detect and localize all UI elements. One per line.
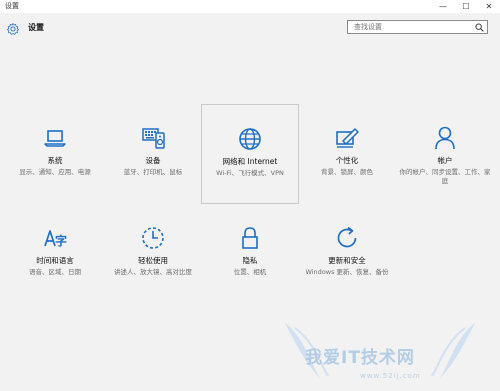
tile-time-language-label: 时间和语言 — [36, 256, 74, 265]
tile-system-label: 系统 — [47, 156, 63, 165]
tile-update-security[interactable]: 更新和安全 Windows 更新、恢复、备份 — [298, 224, 396, 277]
tile-network[interactable]: 网络和 Internet Wi-Fi、飞行模式、VPN — [201, 104, 299, 204]
tile-update-security-label: 更新和安全 — [328, 256, 366, 265]
tile-privacy-desc: 位置、相机 — [233, 268, 267, 276]
tile-network-desc: Wi-Fi、飞行模式、VPN — [216, 169, 284, 177]
tile-personalization-label: 个性化 — [335, 156, 359, 165]
tile-personalization[interactable]: 个性化 背景、锁屏、颜色 — [298, 124, 396, 177]
tile-ease-of-access[interactable]: 轻松使用 讲述人、放大镜、高对比度 — [104, 224, 202, 277]
lock-icon — [242, 227, 258, 249]
tile-system-desc: 显示、通知、应用、电源 — [19, 168, 91, 176]
time-language-icon: 字 — [44, 230, 67, 248]
tile-ease-of-access-desc: 讲述人、放大镜、高对比度 — [114, 268, 192, 276]
search-box[interactable] — [347, 20, 488, 34]
globe-icon — [239, 128, 261, 150]
tile-update-security-desc: Windows 更新、恢复、备份 — [305, 268, 389, 276]
tile-devices[interactable]: 设备 蓝牙、打印机、鼠标 — [104, 124, 202, 177]
tile-system[interactable]: 系统 显示、通知、应用、电源 — [6, 124, 104, 177]
devices-icon — [142, 128, 165, 149]
tile-accounts-label: 帐户 — [437, 156, 453, 165]
watermark-text: 我爱IT技术网 — [305, 348, 415, 368]
gear-icon — [7, 23, 19, 35]
title-bar: 设置 — ☐ ✕ — [0, 0, 500, 13]
tile-time-language-desc: 语音、区域、日期 — [29, 268, 81, 276]
close-button[interactable]: ✕ — [478, 0, 500, 13]
update-icon — [337, 226, 357, 248]
tile-privacy[interactable]: 隐私 位置、相机 — [201, 224, 299, 277]
laptop-icon — [44, 130, 66, 147]
svg-text:字: 字 — [55, 233, 67, 248]
search-icon[interactable] — [475, 23, 484, 32]
tile-accounts-desc: 你的帐户、同步设置、工作、家庭 — [399, 168, 491, 185]
personalization-icon — [336, 128, 359, 148]
watermark-url: www.52ij.com — [360, 372, 421, 380]
person-icon — [435, 126, 455, 150]
tile-devices-desc: 蓝牙、打印机、鼠标 — [123, 168, 183, 176]
search-input[interactable] — [348, 21, 474, 33]
ease-of-access-icon — [142, 227, 164, 249]
minimize-button[interactable]: — — [432, 0, 454, 13]
maximize-button[interactable]: ☐ — [455, 0, 477, 13]
tile-ease-of-access-label: 轻松使用 — [138, 256, 168, 265]
tile-time-language[interactable]: 字 时间和语言 语音、区域、日期 — [6, 224, 104, 277]
tile-privacy-label: 隐私 — [242, 256, 258, 265]
tile-devices-label: 设备 — [145, 156, 161, 165]
tile-accounts[interactable]: 帐户 你的帐户、同步设置、工作、家庭 — [396, 124, 494, 186]
window-title: 设置 — [5, 2, 19, 10]
page-title: 设置 — [28, 23, 44, 32]
tile-network-label: 网络和 Internet — [222, 157, 278, 166]
tile-personalization-desc: 背景、锁屏、颜色 — [321, 168, 373, 176]
